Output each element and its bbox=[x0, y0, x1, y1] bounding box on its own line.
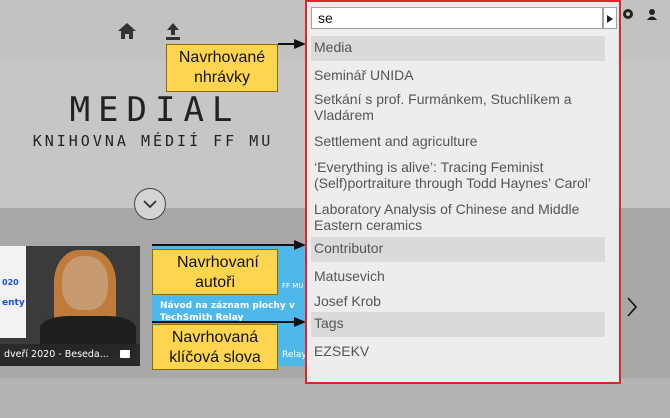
search-input[interactable] bbox=[311, 7, 603, 29]
suggestion-item[interactable]: Settlement and agriculture bbox=[311, 126, 605, 152]
suggestion-item[interactable]: EZSEKV bbox=[311, 337, 605, 362]
search-submit-button[interactable] bbox=[603, 7, 617, 29]
suggestion-list: Media Seminář UNIDA Setkání s prof. Furm… bbox=[311, 36, 605, 362]
callout-suggested-media: Navrhované nhrávky bbox=[166, 44, 278, 92]
scroll-down-button[interactable] bbox=[134, 188, 166, 220]
video-camera-icon bbox=[120, 350, 130, 358]
suggestion-item[interactable]: ‘Everything is alive’: Tracing Feminist … bbox=[311, 152, 605, 194]
upload-icon[interactable] bbox=[162, 20, 184, 42]
user-icon[interactable] bbox=[646, 8, 658, 20]
suggestion-group-header: Contributor bbox=[311, 237, 605, 262]
card-badge: FF MU bbox=[282, 282, 304, 290]
video-card[interactable]: 020 enty dveří 2020 - Beseda... bbox=[0, 246, 140, 366]
hero-subtitle: KNIHOVNA MÉDIÍ FF MU bbox=[32, 132, 274, 150]
suggestion-group-header: Media bbox=[311, 36, 605, 61]
callout-arrow bbox=[152, 321, 296, 323]
callout-suggested-tags: Navrhovaná klíčová slova bbox=[152, 324, 278, 370]
video-caption: dveří 2020 - Beseda... bbox=[0, 344, 140, 366]
suggestion-item[interactable]: Seminář UNIDA bbox=[311, 61, 605, 86]
search-autocomplete: Media Seminář UNIDA Setkání s prof. Furm… bbox=[305, 0, 621, 384]
suggestion-item[interactable]: Laboratory Analysis of Chinese and Middl… bbox=[311, 194, 605, 237]
footer-strip bbox=[0, 378, 670, 418]
suggestion-item[interactable]: Setkání s prof. Furmánkem, Stuchlíkem a … bbox=[311, 86, 605, 126]
settings-icon[interactable] bbox=[622, 8, 634, 20]
video-thumbnail-slide: 020 enty bbox=[0, 246, 26, 338]
suggestion-item[interactable]: Josef Krob bbox=[311, 287, 605, 312]
callout-arrow bbox=[152, 244, 296, 246]
video-caption: Relay bbox=[282, 350, 307, 360]
suggestion-group-header: Tags bbox=[311, 312, 605, 337]
callout-suggested-authors: Navrhovaní autoři bbox=[152, 249, 278, 295]
hero-title: MEDIAL bbox=[69, 90, 241, 130]
chevron-down-icon bbox=[143, 200, 157, 209]
chevron-right-icon[interactable] bbox=[625, 295, 639, 319]
suggestion-item[interactable]: Matusevich bbox=[311, 262, 605, 287]
home-icon[interactable] bbox=[116, 20, 138, 42]
